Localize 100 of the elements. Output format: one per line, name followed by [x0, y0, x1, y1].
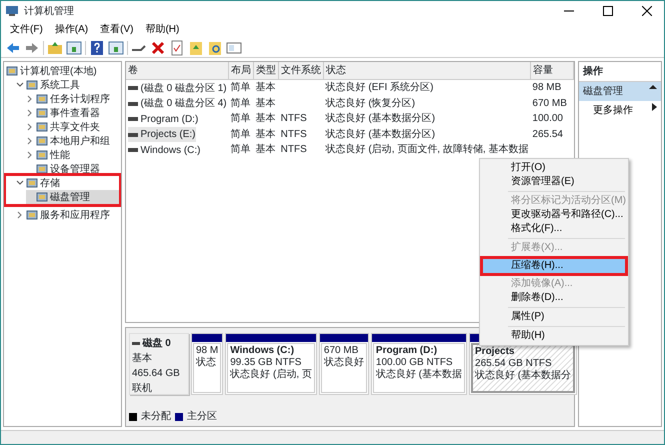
volume-name[interactable]: Program (D:)	[128, 112, 198, 126]
submenu-arrow-icon	[652, 103, 657, 111]
node-icon	[36, 107, 48, 119]
column-header[interactable]: 卷	[126, 62, 229, 80]
partition-name: Projects	[475, 346, 516, 358]
action-item[interactable]: 更多操作	[579, 101, 661, 120]
volume-name[interactable]: (磁盘 0 磁盘分区 4)	[128, 96, 227, 111]
menu-item[interactable]: 更改驱动器号和路径(C)...	[483, 208, 625, 222]
maximize-icon	[603, 6, 613, 16]
menu-item[interactable]: 操作(A)	[50, 21, 94, 38]
menu-item[interactable]: 格式化(F)...	[483, 222, 625, 236]
panel-icon[interactable]	[66, 40, 82, 56]
table-cell: 简单	[230, 144, 251, 156]
panel-icon[interactable]	[108, 40, 124, 56]
window-title: 计算机管理	[24, 4, 75, 18]
partition-info: 状态良好 (基本数据	[376, 369, 462, 381]
partition-name: Program (D:)	[376, 345, 438, 357]
checklist-icon[interactable]	[169, 40, 185, 56]
column-header[interactable]: 状态	[324, 62, 530, 80]
table-cell: NTFS	[280, 144, 307, 156]
volume-name[interactable]: Projects (E:)	[128, 127, 196, 142]
partition-color-bar	[320, 334, 368, 342]
table-cell: 简单	[230, 82, 251, 94]
table-cell: 基本	[256, 113, 276, 124]
partition-block[interactable]: 98 M 状态	[191, 333, 224, 395]
partition-info: 状态良好 (启动, 页	[230, 369, 312, 381]
partition-info: 265.54 GB NTFS	[475, 358, 553, 370]
tree-item[interactable]: 服务和应用程序	[16, 208, 119, 222]
table-cell: 状态良好 (EFI 系统分区)	[326, 82, 434, 94]
tree-item[interactable]: 性能	[26, 148, 119, 162]
table-cell: 基本	[256, 98, 276, 109]
partition-info: 98 M	[196, 345, 218, 356]
table-cell: NTFS	[280, 128, 307, 140]
column-header[interactable]: 布局	[228, 62, 254, 80]
tree-item[interactable]: 共享文件夹	[26, 120, 119, 134]
node-icon	[36, 93, 48, 105]
node-icon	[36, 135, 48, 147]
table-cell: NTFS	[280, 113, 307, 124]
node-icon	[26, 177, 38, 189]
menu-item[interactable]: 压缩卷(H)...	[483, 259, 625, 273]
drive-icon	[128, 148, 138, 152]
column-header[interactable]: 容量	[530, 62, 574, 80]
partition-block[interactable]: 670 MB 状态良好	[318, 333, 369, 395]
table-cell: 简单	[230, 113, 251, 124]
partition-info: 状态	[196, 357, 217, 369]
partition-name: Windows (C:)	[230, 345, 296, 357]
table-cell: 状态良好 (启动, 页面文件, 故障转储, 基本数据	[326, 144, 528, 156]
tree-item[interactable]: 任务计划程序	[26, 92, 119, 106]
menu-item[interactable]: 属性(P)	[483, 310, 625, 324]
volume-name[interactable]: Windows (C:)	[128, 142, 201, 158]
tree-item[interactable]: 本地用户和组	[26, 134, 119, 148]
volume-name[interactable]: (磁盘 0 磁盘分区 1)	[128, 80, 227, 96]
partition-info: 99.35 GB NTFS	[230, 357, 302, 368]
partition-block[interactable]: Program (D:) 100.00 GB NTFS 状态良好 (基本数据	[370, 333, 468, 395]
table-cell: 265.54	[532, 128, 563, 140]
table-cell: 98 MB	[532, 82, 562, 94]
legend-label: 主分区	[187, 410, 217, 424]
column-header[interactable]: 文件系统	[278, 62, 324, 80]
partition-info: 670 MB	[324, 345, 360, 356]
partition-block[interactable]: Windows (C:) 99.35 GB NTFS 状态良好 (启动, 页	[225, 333, 317, 395]
delete-icon[interactable]	[150, 40, 166, 56]
computer-icon	[5, 5, 19, 17]
partition-info: 100.00 GB NTFS	[376, 357, 454, 368]
menu-item[interactable]: 帮助(H)	[140, 21, 184, 38]
disk-info: 基本	[132, 352, 153, 366]
tree-item[interactable]: 存储	[16, 176, 119, 190]
node-icon	[26, 209, 38, 221]
drive-icon	[128, 117, 138, 121]
menu-item[interactable]: 文件(F)	[5, 21, 48, 38]
table-cell: 状态良好 (基本数据分区)	[326, 113, 436, 124]
close-icon	[642, 6, 652, 16]
disk-info: 465.64 GB	[132, 367, 181, 381]
table-cell: 100.00	[532, 113, 563, 124]
tree-item[interactable]: 计算机管理(本地)	[6, 64, 119, 78]
node-icon	[36, 191, 48, 203]
column-header[interactable]: 类型	[254, 62, 279, 80]
menu-item[interactable]: 查看(V)	[95, 21, 138, 38]
actions-section-header[interactable]: 磁盘管理	[579, 82, 661, 101]
partition-color-bar	[192, 334, 222, 342]
tree-item[interactable]: 磁盘管理	[26, 190, 119, 204]
tree-item[interactable]: 设备管理器	[26, 162, 119, 176]
help-icon[interactable]	[89, 40, 105, 56]
node-icon	[26, 79, 38, 91]
window-icon[interactable]	[226, 40, 242, 56]
drive-icon	[128, 132, 138, 136]
menu-item[interactable]: 打开(O)	[483, 161, 625, 175]
menu-item[interactable]: 资源管理器(E)	[483, 175, 625, 189]
drive-icon	[128, 86, 138, 90]
tree-item[interactable]: 事件查看器	[26, 106, 119, 120]
table-cell: 状态良好 (基本数据分区)	[326, 128, 436, 140]
drive-icon	[132, 342, 140, 345]
node-icon	[6, 65, 18, 77]
menu-item[interactable]: 删除卷(D)...	[483, 291, 625, 305]
tree-item[interactable]: 系统工具	[16, 78, 119, 92]
legend-label: 未分配	[141, 410, 171, 424]
table-cell: 基本	[256, 144, 276, 156]
table-cell: 状态良好 (恢复分区)	[326, 98, 416, 109]
partition-info: 状态良好	[324, 357, 364, 369]
partition-info: 状态良好 (基本数据分	[475, 370, 572, 382]
table-cell: 670 MB	[532, 98, 567, 109]
